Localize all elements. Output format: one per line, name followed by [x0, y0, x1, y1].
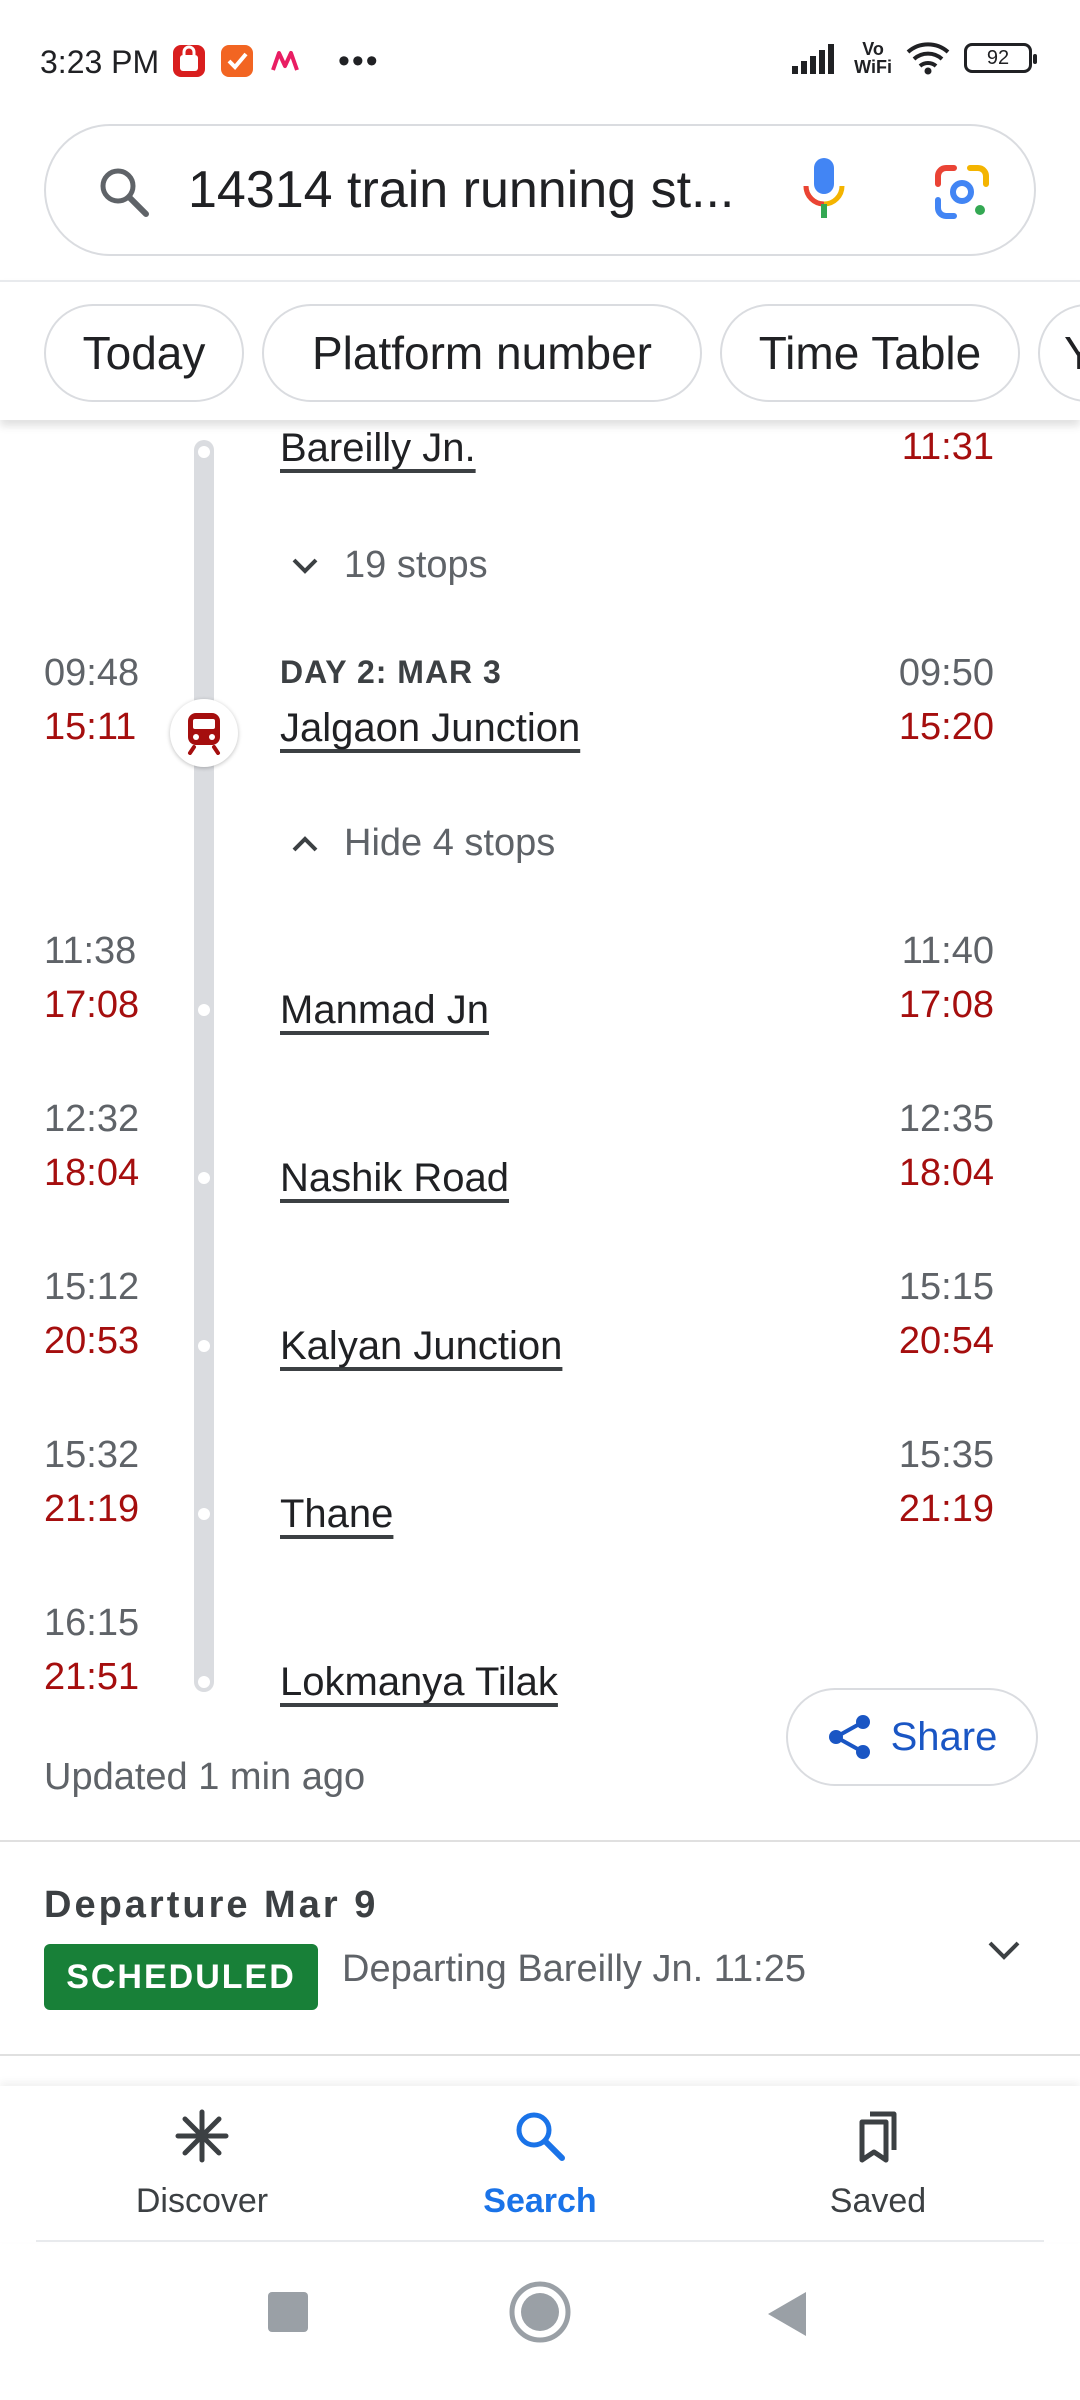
scheduled-departure-time: 15:15: [898, 1266, 994, 1308]
search-bar[interactable]: 14314 train running st...: [44, 124, 1036, 256]
hide-stops-label: Hide 4 stops: [344, 822, 556, 864]
chip-today[interactable]: Today: [44, 304, 244, 402]
timeline-dot: [198, 1172, 210, 1184]
scheduled-departure-time: 11:40: [901, 930, 994, 972]
battery-icon: 92: [964, 43, 1037, 73]
station-link-jalgaon[interactable]: Jalgaon Junction: [280, 706, 580, 751]
discover-icon: [175, 2109, 229, 2163]
hide-stops-toggle[interactable]: Hide 4 stops: [290, 822, 555, 865]
actual-arrival-time: 21:51: [44, 1656, 140, 1698]
chevron-down-icon[interactable]: [984, 1930, 1024, 1970]
expand-stops-label: 19 stops: [344, 544, 488, 586]
wifi-icon: [906, 42, 950, 75]
saved-icon: [859, 2111, 897, 2163]
nav-search-label: Search: [483, 2182, 597, 2220]
share-label: Share: [890, 1714, 998, 1759]
myntra-app-icon: [271, 51, 299, 71]
scheduled-departure-time: 09:50: [898, 652, 994, 694]
departure-description: Departing Bareilly Jn. 11:25: [342, 1948, 806, 1990]
station-link-thane[interactable]: Thane: [280, 1492, 393, 1537]
nav-discover-label: Discover: [135, 2182, 269, 2220]
actual-arrival-time: 17:08: [44, 984, 140, 1026]
notification-icons: •••: [172, 44, 380, 78]
signal-icon: [792, 44, 835, 74]
actual-departure-time: 11:31: [901, 426, 994, 468]
status-badge: SCHEDULED: [44, 1944, 318, 2010]
status-bar: 3:23 PM ••• Vo WiFi 92: [0, 0, 1080, 120]
divider: [36, 2240, 1044, 2242]
actual-arrival-time: 20:53: [44, 1320, 140, 1362]
updated-timestamp: Updated 1 min ago: [44, 1756, 366, 1798]
chevron-up-icon: [292, 835, 318, 851]
scheduled-arrival-time: 12:32: [44, 1098, 140, 1140]
chip-more[interactable]: Y: [1038, 304, 1080, 402]
scheduled-arrival-time: 15:12: [44, 1266, 140, 1308]
station-link-bareilly[interactable]: Bareilly Jn.: [280, 426, 476, 471]
actual-arrival-time: 15:11: [44, 706, 137, 748]
actual-departure-time: 20:54: [898, 1320, 994, 1362]
filter-chips: Today Platform number Time Table Y: [0, 280, 1080, 420]
timeline-track: [194, 440, 214, 1692]
chevron-down-icon: [292, 558, 318, 574]
scheduled-arrival-time: 09:48: [44, 652, 140, 694]
actual-departure-time: 21:19: [898, 1488, 994, 1530]
home-icon[interactable]: [508, 2280, 572, 2344]
status-time: 3:23 PM: [40, 44, 160, 80]
scheduled-arrival-time: 11:38: [44, 930, 137, 972]
shopping-app-icon: [173, 45, 205, 77]
current-position-marker: [170, 699, 238, 767]
back-icon[interactable]: [764, 2290, 808, 2338]
timeline-dot: [198, 1508, 210, 1520]
search-icon[interactable]: [96, 164, 152, 220]
station-link-nashik-road[interactable]: Nashik Road: [280, 1156, 509, 1201]
task-app-icon: [221, 45, 253, 77]
actual-departure-time: 18:04: [898, 1152, 994, 1194]
departure-title: Departure Mar 9: [44, 1884, 379, 1926]
scheduled-arrival-time: 16:15: [44, 1602, 140, 1644]
timeline-dot: [198, 446, 210, 458]
expand-stops-toggle[interactable]: 19 stops: [290, 544, 488, 587]
nav-saved-label: Saved: [829, 2182, 927, 2220]
nav-saved[interactable]: Saved: [768, 2086, 988, 2242]
station-link-manmad[interactable]: Manmad Jn: [280, 988, 489, 1033]
share-button[interactable]: Share: [786, 1688, 1038, 1786]
timeline-dot: [198, 1340, 210, 1352]
more-notifications-icon: •••: [338, 42, 380, 80]
actual-departure-time: 15:20: [898, 706, 994, 748]
divider: [0, 1840, 1080, 1842]
chip-time-table[interactable]: Time Table: [720, 304, 1020, 402]
share-icon: [828, 1715, 870, 1759]
nav-search[interactable]: Search: [430, 2086, 650, 2242]
system-navigation-bar: [0, 2244, 1080, 2400]
search-input[interactable]: 14314 train running st...: [188, 160, 808, 220]
station-link-lokmanya-tilak[interactable]: Lokmanya Tilak: [280, 1660, 558, 1705]
scheduled-arrival-time: 15:32: [44, 1434, 140, 1476]
scheduled-departure-time: 12:35: [898, 1098, 994, 1140]
nav-discover[interactable]: Discover: [92, 2086, 312, 2242]
day-label: DAY 2: MAR 3: [280, 654, 502, 690]
station-link-kalyan[interactable]: Kalyan Junction: [280, 1324, 562, 1369]
timeline-dot: [198, 1004, 210, 1016]
train-icon: [188, 713, 220, 755]
timeline-dot: [198, 1676, 210, 1688]
system-status-icons: Vo WiFi 92: [792, 39, 1037, 77]
divider: [0, 2054, 1080, 2056]
bottom-navigation: Discover Search Saved: [0, 2086, 1080, 2242]
actual-arrival-time: 18:04: [44, 1152, 140, 1194]
vowifi-icon: Vo WiFi: [854, 39, 892, 77]
scheduled-departure-time: 15:35: [898, 1434, 994, 1476]
chip-platform-number[interactable]: Platform number: [262, 304, 702, 402]
actual-departure-time: 17:08: [898, 984, 994, 1026]
recent-apps-icon[interactable]: [266, 2290, 310, 2334]
actual-arrival-time: 21:19: [44, 1488, 140, 1530]
search-icon: [516, 2112, 565, 2161]
microphone-icon[interactable]: [802, 156, 846, 226]
google-lens-icon[interactable]: [932, 162, 992, 222]
